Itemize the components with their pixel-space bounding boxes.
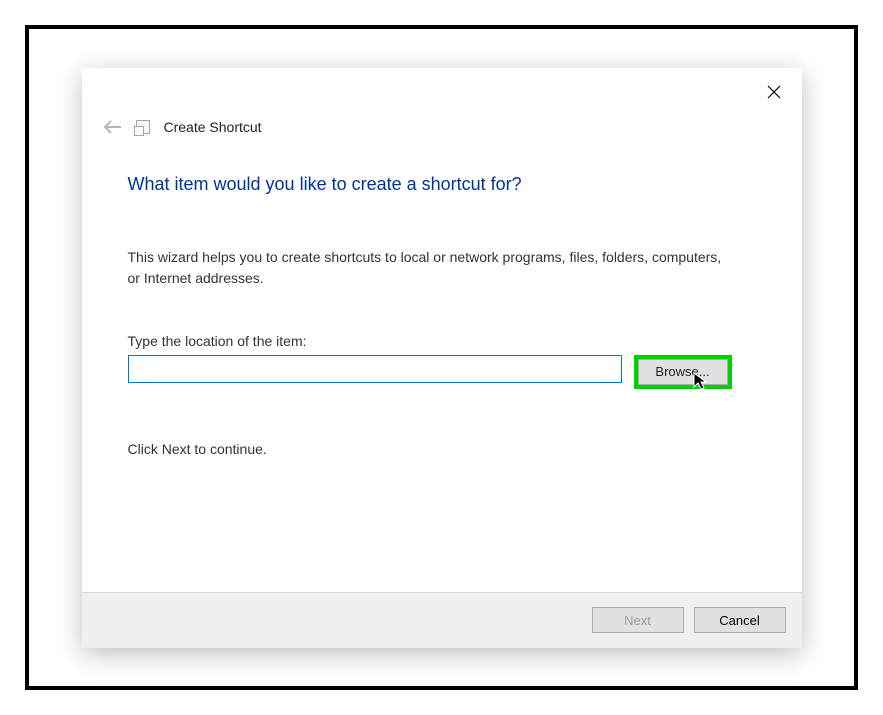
continue-hint: Click Next to continue. <box>128 441 756 457</box>
main-heading: What item would you like to create a sho… <box>128 174 756 195</box>
outer-frame: Create Shortcut What item would you like… <box>25 25 858 690</box>
location-input-label: Type the location of the item: <box>128 333 756 349</box>
dialog-titlebar <box>82 68 802 108</box>
back-button[interactable] <box>102 116 124 138</box>
shortcut-icon <box>136 120 150 134</box>
dialog-header: Create Shortcut <box>82 108 802 144</box>
back-arrow-icon <box>103 120 123 134</box>
dialog-title: Create Shortcut <box>164 119 262 135</box>
create-shortcut-dialog: Create Shortcut What item would you like… <box>82 68 802 648</box>
dialog-footer: Next Cancel <box>82 592 802 648</box>
browse-highlight: Browse... <box>634 355 732 389</box>
location-input[interactable] <box>128 355 622 383</box>
cancel-button[interactable]: Cancel <box>694 607 786 633</box>
close-button[interactable] <box>760 78 788 106</box>
browse-button[interactable]: Browse... <box>638 359 728 385</box>
wizard-description: This wizard helps you to create shortcut… <box>128 247 728 289</box>
input-row: Browse... <box>128 355 756 389</box>
dialog-content: What item would you like to create a sho… <box>82 144 802 592</box>
close-icon <box>767 85 781 99</box>
next-button: Next <box>592 607 684 633</box>
